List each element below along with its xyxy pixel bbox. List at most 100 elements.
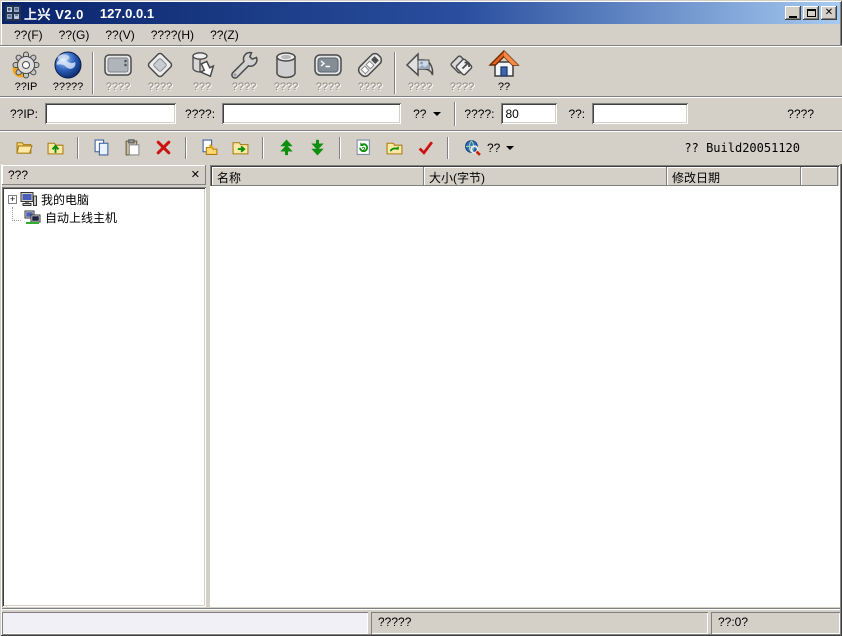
- screen-capture-button[interactable]: ????: [97, 49, 139, 96]
- menu-about[interactable]: ??(Z): [202, 26, 247, 44]
- expand-plus-icon[interactable]: +: [8, 195, 17, 204]
- toolbar-separator: [454, 102, 456, 126]
- double-up-arrow-icon: [278, 139, 295, 156]
- delete-button[interactable]: [152, 137, 174, 159]
- connection-bar: ??IP: ????: ?? ????: ??: ????: [0, 96, 842, 130]
- search-dropdown-button[interactable]: ??: [460, 137, 518, 158]
- globe-icon: [52, 49, 84, 81]
- toolbar-button-label: ?????: [53, 81, 84, 93]
- toolbar-separator: [262, 137, 264, 159]
- toolbar-separator: [77, 137, 79, 159]
- refresh-button[interactable]: 2: [352, 137, 374, 159]
- column-header-size[interactable]: 大小(字节): [424, 167, 667, 186]
- menu-help[interactable]: ????(H): [143, 26, 202, 44]
- wrench-icon: [228, 49, 260, 81]
- double-down-arrow-icon: [309, 139, 326, 156]
- maximize-button[interactable]: [803, 6, 819, 20]
- toolbar-button-label: ????: [316, 81, 340, 93]
- chevron-down-icon: [433, 112, 441, 116]
- globe-search-icon: [464, 139, 481, 156]
- status-host-count: ??:0?: [711, 612, 840, 634]
- my-computer-icon: [20, 191, 37, 207]
- column-header-name[interactable]: 名称: [212, 167, 424, 186]
- target-input[interactable]: [222, 103, 401, 124]
- refresh-icon: 2: [355, 139, 372, 156]
- keyboard-button[interactable]: ????: [349, 49, 391, 96]
- download-button[interactable]: [306, 137, 328, 159]
- close-button[interactable]: ✕: [821, 6, 837, 20]
- settings-wrench-button[interactable]: ????: [223, 49, 265, 96]
- target-label: ????:: [185, 107, 215, 121]
- port-input[interactable]: [501, 103, 557, 124]
- toolbar-separator: [447, 137, 449, 159]
- apply-settings-button[interactable]: ????: [781, 105, 820, 123]
- copy-to-folder-button[interactable]: [198, 137, 220, 159]
- storage-arrow-icon: [186, 49, 218, 81]
- diamond-arrow-icon: [446, 49, 478, 81]
- toolbar-button-label: ??IP: [15, 81, 38, 93]
- main-toolbar: ??IP ????? ????: [0, 45, 842, 96]
- scan-hosts-button[interactable]: ?????: [47, 49, 89, 96]
- svg-text:2: 2: [361, 147, 365, 154]
- paste-icon: [124, 139, 141, 156]
- config-ip-button[interactable]: ??IP: [5, 49, 47, 96]
- port-label: ????:: [464, 107, 494, 121]
- toolbar-button-label: ????: [148, 81, 172, 93]
- toolbar-button-label: ????: [232, 81, 256, 93]
- ip-input[interactable]: [45, 103, 176, 124]
- folder-arrow-icon: [232, 139, 249, 156]
- back-photo-icon: [404, 49, 436, 81]
- open-folder-button[interactable]: [13, 137, 35, 159]
- tree-item-label: 自动上线主机: [45, 209, 117, 226]
- file-list-body[interactable]: [210, 186, 840, 607]
- diamond-icon: [144, 49, 176, 81]
- home-icon: [488, 49, 520, 81]
- copy-icon: [93, 139, 110, 156]
- folder-up-button[interactable]: [44, 137, 66, 159]
- upload-button[interactable]: [275, 137, 297, 159]
- folder-up-icon: [47, 139, 64, 156]
- toolbar-button-label: ????: [450, 81, 474, 93]
- menu-file[interactable]: ??(F): [6, 26, 51, 44]
- chevron-down-icon: [506, 146, 514, 150]
- host-tree: + 我的电脑: [2, 187, 206, 607]
- home-button[interactable]: ??: [483, 49, 525, 96]
- menu-view[interactable]: ??(V): [97, 26, 142, 44]
- panel-close-icon[interactable]: ✕: [191, 170, 200, 181]
- forward-view-button[interactable]: ????: [441, 49, 483, 96]
- remote-control-button[interactable]: ????: [139, 49, 181, 96]
- delete-x-icon: [155, 139, 172, 156]
- build-version-label: ?? Build20051120: [684, 141, 800, 155]
- terminal-button[interactable]: ????: [307, 49, 349, 96]
- minimize-button[interactable]: [785, 6, 801, 20]
- tree-item-auto-online-hosts[interactable]: 自动上线主机: [4, 208, 204, 226]
- column-header-date[interactable]: 修改日期: [667, 167, 801, 186]
- toolbar-button-label: ????: [106, 81, 130, 93]
- screen-icon: [102, 49, 134, 81]
- move-to-folder-button[interactable]: [229, 137, 251, 159]
- file-list-header: 名称 大小(字节) 修改日期: [212, 167, 838, 186]
- toolbar-separator: [92, 52, 94, 94]
- app-window: 上兴 V2.0 127.0.0.1 ✕ ??(F) ??(G) ??(V) ??…: [0, 0, 842, 636]
- database-button[interactable]: ????: [265, 49, 307, 96]
- confirm-button[interactable]: [414, 137, 436, 159]
- param-input[interactable]: [592, 103, 688, 124]
- menu-go[interactable]: ??(G): [51, 26, 98, 44]
- toolbar-separator: [185, 137, 187, 159]
- status-message: ?????: [371, 612, 708, 634]
- storage-transfer-button[interactable]: ???: [181, 49, 223, 96]
- tree-item-label: 我的电脑: [41, 191, 89, 208]
- tree-item-my-computer[interactable]: + 我的电脑: [4, 190, 204, 208]
- statusbar: ????? ??:0?: [2, 608, 840, 634]
- paste-button[interactable]: [121, 137, 143, 159]
- maximize-icon: [807, 9, 816, 17]
- menubar: ??(F) ??(G) ??(V) ????(H) ??(Z): [0, 24, 842, 45]
- connect-dropdown-button[interactable]: ??: [408, 105, 446, 123]
- back-view-button[interactable]: ????: [399, 49, 441, 96]
- window-title-address: 127.0.0.1: [100, 6, 154, 21]
- close-icon: ✕: [825, 8, 833, 18]
- copy-to-folder-icon: [201, 139, 218, 156]
- toolbar-button-label: ??: [498, 81, 510, 93]
- copy-button[interactable]: [90, 137, 112, 159]
- folder-sync-button[interactable]: [383, 137, 405, 159]
